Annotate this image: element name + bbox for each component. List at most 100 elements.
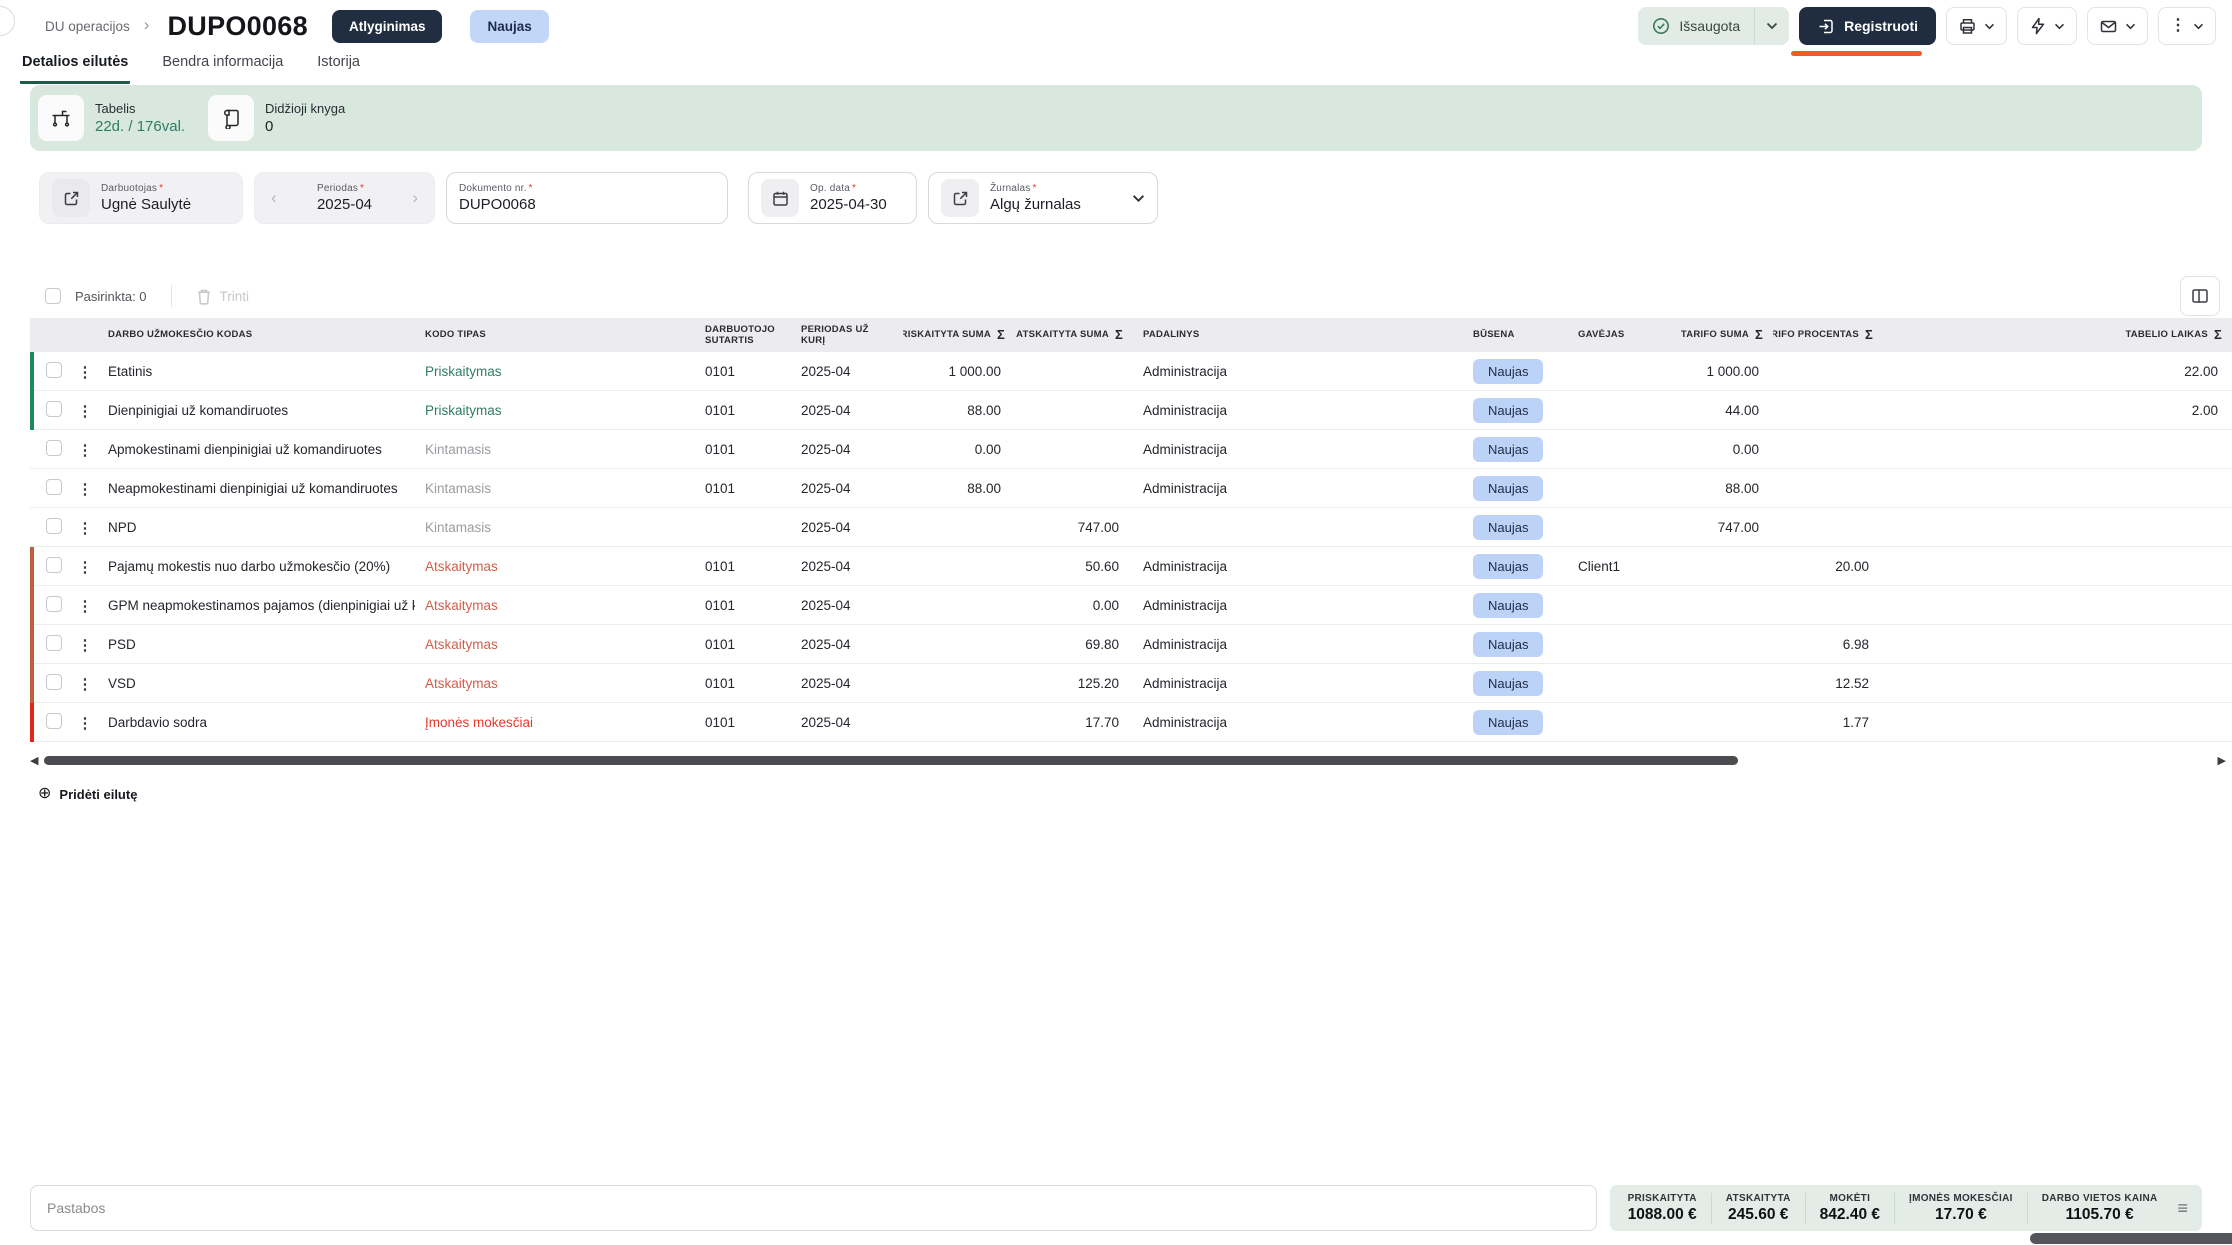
row-period: 2025-04 bbox=[791, 520, 903, 535]
breadcrumb-link[interactable]: DU operacijos bbox=[45, 19, 130, 34]
table-row[interactable]: ⋮ Pajamų mokestis nuo darbo užmokesčio (… bbox=[30, 547, 2232, 586]
next-period-button[interactable]: › bbox=[408, 188, 422, 208]
row-menu-button[interactable]: ⋮ bbox=[70, 480, 100, 498]
table-row[interactable]: ⋮ Apmokestinami dienpinigiai už komandir… bbox=[30, 430, 2232, 469]
row-menu-button[interactable]: ⋮ bbox=[70, 636, 100, 654]
column-settings-button[interactable] bbox=[2180, 276, 2220, 316]
table-row[interactable]: ⋮ Neapmokestinami dienpinigiai už komand… bbox=[30, 469, 2232, 508]
scroll-left-arrow[interactable]: ◀ bbox=[30, 754, 38, 767]
totals-menu-button[interactable]: ≡ bbox=[2171, 1198, 2198, 1219]
row-checkbox[interactable] bbox=[46, 674, 62, 690]
selected-count-label: Pasirinkta: 0 bbox=[75, 289, 147, 304]
row-checkbox[interactable] bbox=[46, 596, 62, 612]
more-menu-button[interactable]: ⋮ bbox=[2158, 7, 2216, 45]
column-header-type[interactable]: KODO TIPAS bbox=[415, 329, 695, 340]
total-to-pay: MOKĖTI 842.40 € bbox=[1805, 1193, 1894, 1224]
row-department: Administracija bbox=[1133, 481, 1463, 496]
table-header-row: DARBO UŽMOKESČIO KODAS KODO TIPAS DARBUO… bbox=[30, 318, 2232, 352]
sigma-icon[interactable]: Σ bbox=[1755, 327, 1763, 343]
column-header-tariff-sum[interactable]: TARIFO SUMAΣ bbox=[1673, 327, 1773, 343]
row-checkbox[interactable] bbox=[46, 635, 62, 651]
row-menu-button[interactable]: ⋮ bbox=[70, 441, 100, 459]
row-department: Administracija bbox=[1133, 598, 1463, 613]
tab-istorija[interactable]: Istorija bbox=[315, 48, 362, 84]
totals-panel: PRISKAITYTA 1088.00 € ATSKAITYTA 245.60 … bbox=[1610, 1185, 2202, 1231]
table-row[interactable]: ⋮ Darbdavio sodra Įmonės mokesčiai 0101 … bbox=[30, 703, 2232, 742]
row-checkbox[interactable] bbox=[46, 362, 62, 378]
column-header-department[interactable]: PADALINYS bbox=[1133, 329, 1463, 340]
scroll-right-arrow[interactable]: ▶ bbox=[2218, 754, 2226, 767]
document-number-field[interactable]: Dokumento nr.* DUPO0068 bbox=[446, 172, 728, 224]
saved-dropdown-button[interactable] bbox=[1755, 7, 1789, 45]
table-row[interactable]: ⋮ VSD Atskaitymas 0101 2025-04 125.20 Ad… bbox=[30, 664, 2232, 703]
row-checkbox[interactable] bbox=[46, 440, 62, 456]
operation-date-label: Op. data bbox=[810, 183, 850, 194]
row-checkbox[interactable] bbox=[46, 479, 62, 495]
row-checkbox[interactable] bbox=[46, 557, 62, 573]
actions-menu-button[interactable] bbox=[2017, 7, 2077, 45]
notes-input[interactable] bbox=[30, 1185, 1597, 1231]
column-header-contract[interactable]: DARBUOTOJO SUTARTIS bbox=[695, 324, 791, 347]
tab-detalios-eilutes[interactable]: Detalios eilutės bbox=[20, 48, 130, 84]
column-header-period[interactable]: PERIODAS UŽ KURĮ bbox=[791, 324, 903, 347]
employee-field[interactable]: Darbuotojas* Ugnė Saulytė bbox=[39, 172, 243, 224]
row-menu-button[interactable]: ⋮ bbox=[70, 558, 100, 576]
journal-field[interactable]: Žurnalas* Algų žurnalas bbox=[928, 172, 1158, 224]
column-header-name[interactable]: DARBO UŽMOKESČIO KODAS bbox=[100, 329, 415, 340]
delete-selected-button[interactable]: Trinti bbox=[196, 288, 250, 305]
period-field[interactable]: ‹ Periodas* 2025-04 › bbox=[254, 172, 435, 224]
print-menu-button[interactable] bbox=[1946, 7, 2007, 45]
column-header-accrued[interactable]: PRISKAITYTA SUMAΣ bbox=[903, 327, 1015, 343]
document-number-value: DUPO0068 bbox=[459, 196, 536, 213]
column-header-timesheet[interactable]: TABELIO LAIKASΣ bbox=[1883, 327, 2232, 343]
columns-layout-icon bbox=[2191, 287, 2209, 305]
table-row[interactable]: ⋮ NPD Kintamasis 2025-04 747.00 Naujas 7… bbox=[30, 508, 2232, 547]
saved-split-button[interactable]: Išsaugota bbox=[1638, 7, 1789, 45]
add-row-button[interactable]: ⊕ Pridėti eilutę bbox=[38, 786, 137, 802]
select-all-checkbox[interactable] bbox=[45, 288, 61, 304]
row-checkbox[interactable] bbox=[46, 518, 62, 534]
column-header-recipient[interactable]: GAVĖJAS bbox=[1568, 329, 1673, 340]
table-row[interactable]: ⋮ GPM neapmokestinamos pajamos (dienpini… bbox=[30, 586, 2232, 625]
column-header-deducted[interactable]: ATSKAITYTA SUMAΣ bbox=[1015, 327, 1133, 343]
table-row[interactable]: ⋮ PSD Atskaitymas 0101 2025-04 69.80 Adm… bbox=[30, 625, 2232, 664]
row-name: Pajamų mokestis nuo darbo užmokesčio (20… bbox=[100, 559, 415, 574]
row-checkbox[interactable] bbox=[46, 401, 62, 417]
row-menu-button[interactable]: ⋮ bbox=[70, 675, 100, 693]
sidebar-toggle-handle[interactable] bbox=[0, 6, 15, 36]
row-department: Administracija bbox=[1133, 364, 1463, 379]
ledger-card[interactable]: Didžioji knyga 0 bbox=[208, 95, 378, 141]
external-link-icon bbox=[52, 179, 90, 217]
sigma-icon[interactable]: Σ bbox=[1115, 327, 1123, 343]
row-menu-button[interactable]: ⋮ bbox=[70, 597, 100, 615]
row-menu-button[interactable]: ⋮ bbox=[70, 363, 100, 381]
column-header-status[interactable]: BŪSENA bbox=[1463, 329, 1568, 340]
email-menu-button[interactable] bbox=[2087, 7, 2148, 45]
period-field-label: Periodas bbox=[317, 183, 358, 194]
row-menu-button[interactable]: ⋮ bbox=[70, 402, 100, 420]
column-header-tariff-pct[interactable]: TARIFO PROCENTASΣ bbox=[1773, 327, 1883, 343]
sigma-icon[interactable]: Σ bbox=[2214, 327, 2222, 343]
row-menu-button[interactable]: ⋮ bbox=[70, 714, 100, 732]
sigma-icon[interactable]: Σ bbox=[1865, 327, 1873, 343]
row-contract: 0101 bbox=[695, 442, 791, 457]
row-accrued-sum: 1 000.00 bbox=[903, 364, 1015, 379]
timesheet-card-value: 22d. / 176val. bbox=[95, 118, 185, 135]
register-button[interactable]: Registruoti bbox=[1799, 7, 1936, 45]
kebab-icon: ⋮ bbox=[2170, 18, 2186, 34]
page-horizontal-scrollbar-thumb[interactable] bbox=[2030, 1233, 2232, 1244]
tab-bendra-informacija[interactable]: Bendra informacija bbox=[160, 48, 285, 84]
previous-period-button[interactable]: ‹ bbox=[267, 188, 281, 208]
row-menu-button[interactable]: ⋮ bbox=[70, 519, 100, 537]
topbar-actions: Išsaugota Registruoti bbox=[1638, 7, 2216, 45]
sigma-icon[interactable]: Σ bbox=[997, 327, 1005, 343]
tab-bar: Detalios eilutės Bendra informacija Isto… bbox=[20, 48, 362, 84]
table-row[interactable]: ⋮ Etatinis Priskaitymas 0101 2025-04 1 0… bbox=[30, 352, 2232, 391]
table-row[interactable]: ⋮ Dienpinigiai už komandiruotes Priskait… bbox=[30, 391, 2232, 430]
operation-date-field[interactable]: Op. data* 2025-04-30 bbox=[748, 172, 917, 224]
scrollbar-thumb[interactable] bbox=[44, 756, 1738, 765]
table-horizontal-scrollbar[interactable]: ◀ ▶ bbox=[30, 753, 2226, 769]
timesheet-card[interactable]: Tabelis 22d. / 176val. bbox=[38, 95, 208, 141]
row-checkbox[interactable] bbox=[46, 713, 62, 729]
row-contract: 0101 bbox=[695, 637, 791, 652]
